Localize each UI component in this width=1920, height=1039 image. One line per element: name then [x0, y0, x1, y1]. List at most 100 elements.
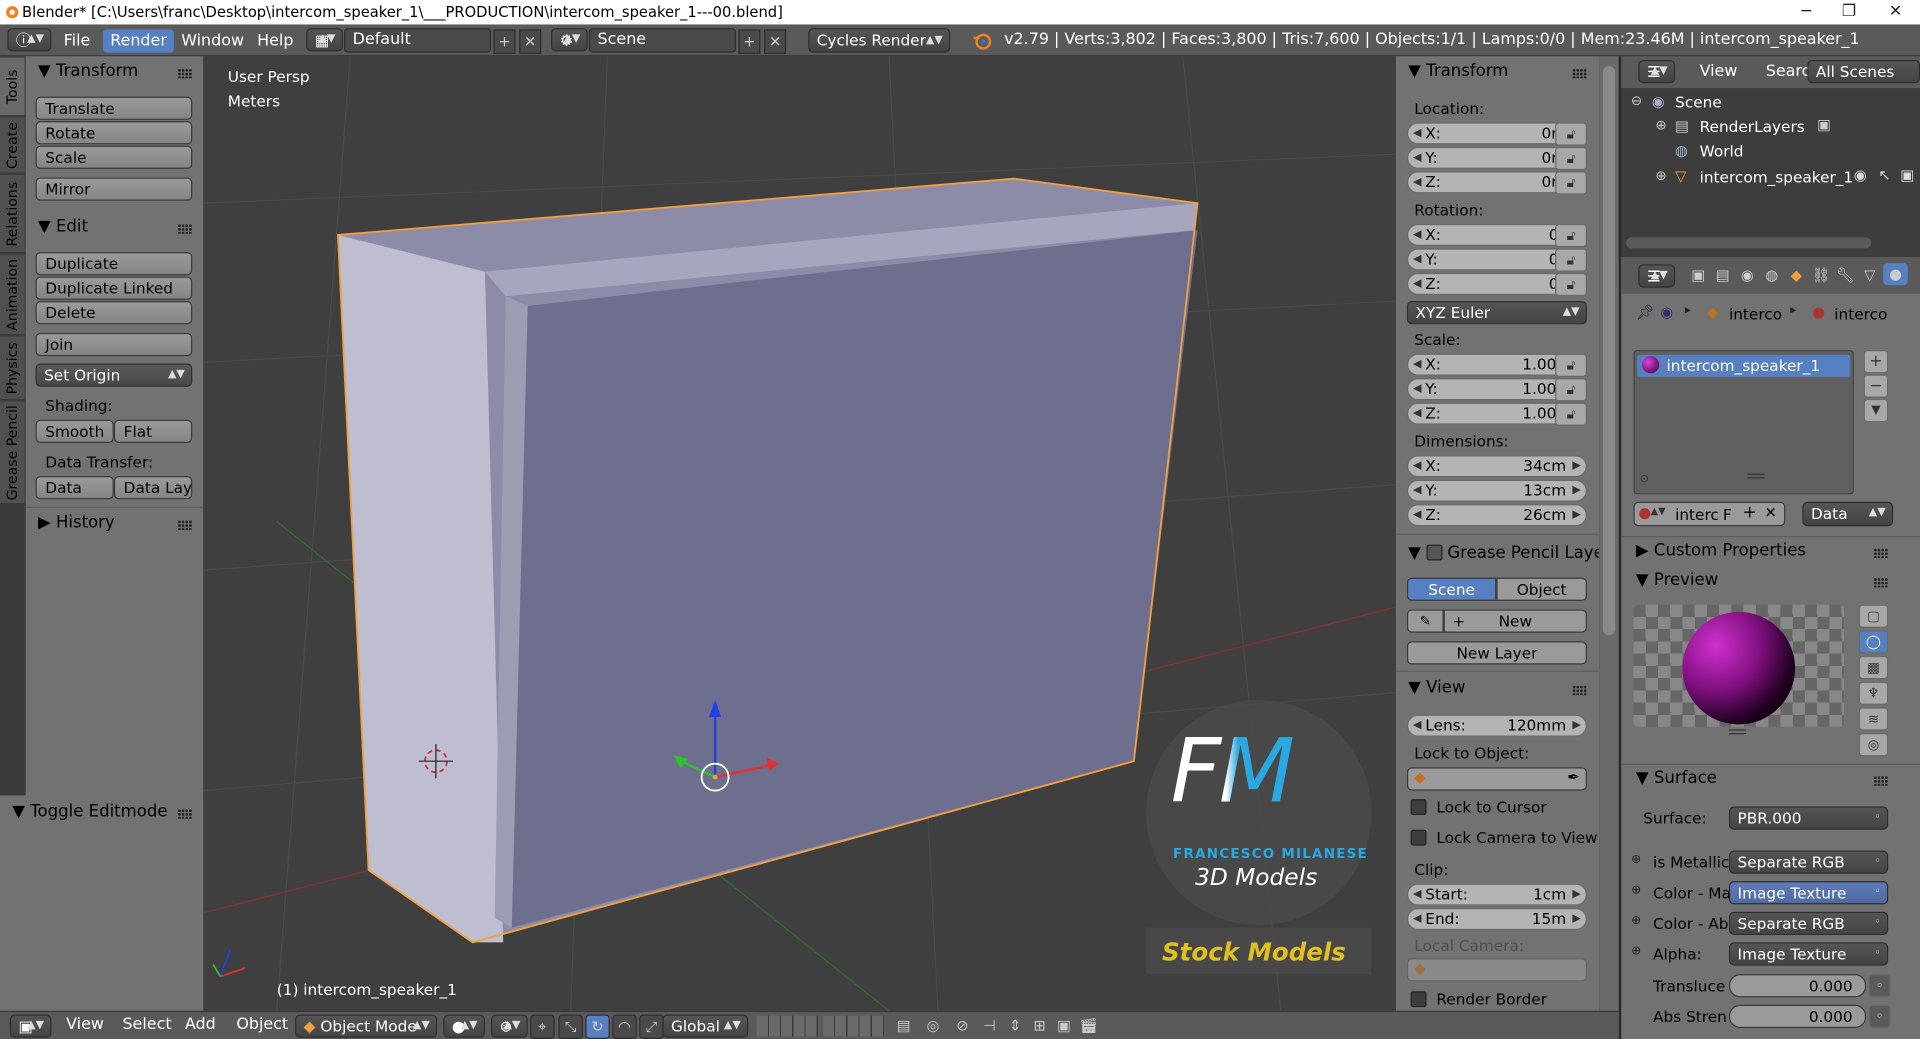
render-layers-icon[interactable]: ▣ [1817, 116, 1831, 133]
smooth-button[interactable]: Smooth [35, 419, 114, 444]
drag-handle-icon[interactable] [1873, 577, 1889, 588]
tab-physics[interactable]: Physics [0, 335, 25, 399]
pencil-icon[interactable]: ✎ [1406, 609, 1444, 633]
editor-type-selector[interactable]: ⓘ ▲▼ [7, 28, 52, 52]
outliner-scrollbar[interactable] [1626, 237, 1872, 249]
lock-icon[interactable]: 🔓︎ [1555, 171, 1587, 195]
render-layers-icon[interactable]: ▤ [1712, 264, 1734, 286]
dimension-x-field[interactable]: ◀ X: 34cm ▶ [1406, 455, 1587, 478]
select-cursor-icon[interactable]: ↖ [1878, 166, 1890, 183]
menu-render[interactable]: Render [102, 29, 175, 53]
editor-type-selector[interactable]: ☰ ▲▼ [1638, 264, 1676, 288]
drag-handle-icon[interactable] [1572, 68, 1587, 79]
lock-icon[interactable]: 🔓︎ [1555, 223, 1587, 248]
preview-sky-icon[interactable]: ◎ [1858, 733, 1889, 757]
abs-strength-slider[interactable]: 0.000 [1728, 1004, 1867, 1028]
mirror-button[interactable]: Mirror [35, 177, 193, 201]
pivot-point-select[interactable]: ⊛ ▲▼ [491, 1014, 528, 1038]
data-transfer-button[interactable]: Data [35, 476, 114, 500]
scale-manipulator-icon[interactable]: ◠ [612, 1014, 637, 1039]
close-window-button[interactable]: ✕ [1871, 0, 1920, 24]
drag-handle-icon[interactable] [177, 68, 193, 79]
proportional-edit-icon[interactable]: ◎ [921, 1015, 945, 1037]
render-camera-icon[interactable]: ▣ [1900, 166, 1914, 183]
menu-window[interactable]: Window [174, 29, 251, 52]
tab-animation[interactable]: Animation [0, 253, 25, 335]
lock-icon[interactable]: 🔓︎ [1555, 353, 1587, 377]
menu-object[interactable]: Object [229, 1013, 296, 1036]
mode-select[interactable]: ◆ Object Mode ▲▼ [295, 1014, 438, 1038]
lock-icon[interactable]: 🔓︎ [1555, 378, 1587, 402]
render-preview-icon[interactable]: ▣ [1053, 1015, 1075, 1037]
n-transform-header[interactable]: ▼ Transform [1408, 61, 1508, 81]
translucency-slider[interactable]: 0.000 [1728, 974, 1867, 998]
render-engine-select[interactable]: Cycles Render ▲▼ [808, 28, 951, 53]
clip-start-field[interactable]: ◀ Start: 1cm ▶ [1406, 883, 1587, 906]
dimension-z-field[interactable]: ◀ Z: 26cm ▶ [1406, 504, 1587, 527]
menu-add[interactable]: Add [178, 1013, 224, 1036]
material-name-field[interactable]: interc [1675, 505, 1719, 523]
delete-button[interactable]: Delete [35, 301, 193, 325]
join-button[interactable]: Join [35, 332, 193, 357]
preview-sphere-icon[interactable]: ◯ [1858, 630, 1889, 654]
preview-hair-icon[interactable]: ≋ [1858, 707, 1889, 731]
duplicate-linked-button[interactable]: Duplicate Linked [35, 276, 193, 300]
editor-type-selector[interactable]: ☰ ▲▼ [1638, 59, 1676, 84]
render-icon[interactable]: ▣ [1687, 264, 1709, 286]
tab-tools[interactable]: Tools [0, 56, 25, 116]
gp-new-layer-button[interactable]: New Layer [1406, 641, 1587, 665]
outliner-view-menu[interactable]: View [1692, 60, 1744, 83]
lock-icon[interactable]: 🔓︎ [1555, 122, 1587, 146]
outliner-filter-select[interactable]: All Scenes [1807, 59, 1920, 84]
editor-type-selector[interactable]: ▣ ▲▼ [9, 1014, 52, 1038]
material-icon[interactable]: ● [1883, 263, 1908, 286]
layout-field[interactable]: Default [344, 28, 492, 53]
viewport-shading-select[interactable]: ● ▲▼ [443, 1014, 485, 1038]
add-slot-icon[interactable]: + [1863, 350, 1889, 374]
collapse-icon[interactable]: ⊖ [1631, 93, 1642, 109]
remove-scene-icon[interactable]: ✕ [764, 29, 787, 54]
preview-cube-icon[interactable]: ▩ [1858, 655, 1889, 680]
drag-handle-icon[interactable] [1873, 548, 1889, 559]
surface-header[interactable]: ▼ Surface [1636, 769, 1717, 789]
rotate-button[interactable]: Rotate [35, 121, 193, 145]
maximize-button[interactable]: ❐ [1824, 0, 1873, 24]
filter-icon[interactable]: ⊙ [1640, 474, 1649, 486]
screen-layout-icon[interactable]: ▦ ▲▼ [306, 28, 343, 52]
material-browse-icon[interactable]: ● [1638, 504, 1651, 521]
lock-to-cursor-checkbox[interactable] [1410, 799, 1427, 816]
local-camera-field[interactable]: ◆ [1406, 958, 1587, 982]
link-data-select[interactable]: Data ▲▼ [1802, 501, 1894, 527]
data-layout-button[interactable]: Data Layo [113, 476, 193, 500]
clapper-icon[interactable]: 🎬︎ [1078, 1015, 1100, 1037]
resize-handle-icon[interactable] [1747, 473, 1765, 479]
resize-handle-icon[interactable] [1728, 729, 1747, 735]
expand-icon[interactable]: ⊕ [1631, 884, 1641, 897]
modifiers-icon[interactable]: 🔧︎ [1834, 264, 1856, 286]
remove-layout-icon[interactable]: ✕ [519, 29, 542, 54]
scene-field[interactable]: Scene [588, 28, 736, 53]
gp-new-button[interactable]: + New [1443, 609, 1587, 633]
outliner-world[interactable]: World [1700, 142, 1744, 160]
drag-handle-icon[interactable] [177, 808, 193, 819]
input-color-ab-select[interactable]: Separate RGB ◦ [1728, 911, 1889, 935]
remove-slot-icon[interactable]: − [1863, 374, 1889, 398]
lens-field[interactable]: ◀ Lens: 120mm ▶ [1406, 714, 1587, 737]
input-alpha-select[interactable]: Image Texture ◦ [1728, 942, 1889, 966]
manipulator-icon[interactable]: ⤢ [639, 1014, 664, 1039]
preview-header[interactable]: ▼ Preview [1636, 570, 1718, 590]
data-icon[interactable]: ▽ [1859, 264, 1881, 286]
object-icon[interactable]: ◆ [1785, 264, 1807, 286]
tab-relations[interactable]: Relations [0, 173, 25, 253]
view-panel-header[interactable]: ▼ View [1408, 678, 1465, 698]
socket-icon[interactable]: ◦ [1868, 974, 1891, 998]
lock-icon[interactable]: 🔓︎ [1555, 248, 1587, 272]
translate-button[interactable]: Translate [35, 96, 193, 120]
grease-pencil-layer-header[interactable]: ▼ Grease Pencil Layer [1408, 542, 1599, 563]
material-datablock[interactable]: ● ▲▼ interc F + ✕ [1633, 501, 1786, 527]
snap-element-icon[interactable]: ⊣ [977, 1015, 1001, 1037]
fake-user-toggle[interactable]: F [1723, 505, 1732, 523]
menu-select[interactable]: Select [115, 1013, 179, 1036]
lock-camera-checkbox[interactable] [1410, 829, 1427, 846]
preview-flat-icon[interactable]: ▢ [1858, 604, 1889, 628]
